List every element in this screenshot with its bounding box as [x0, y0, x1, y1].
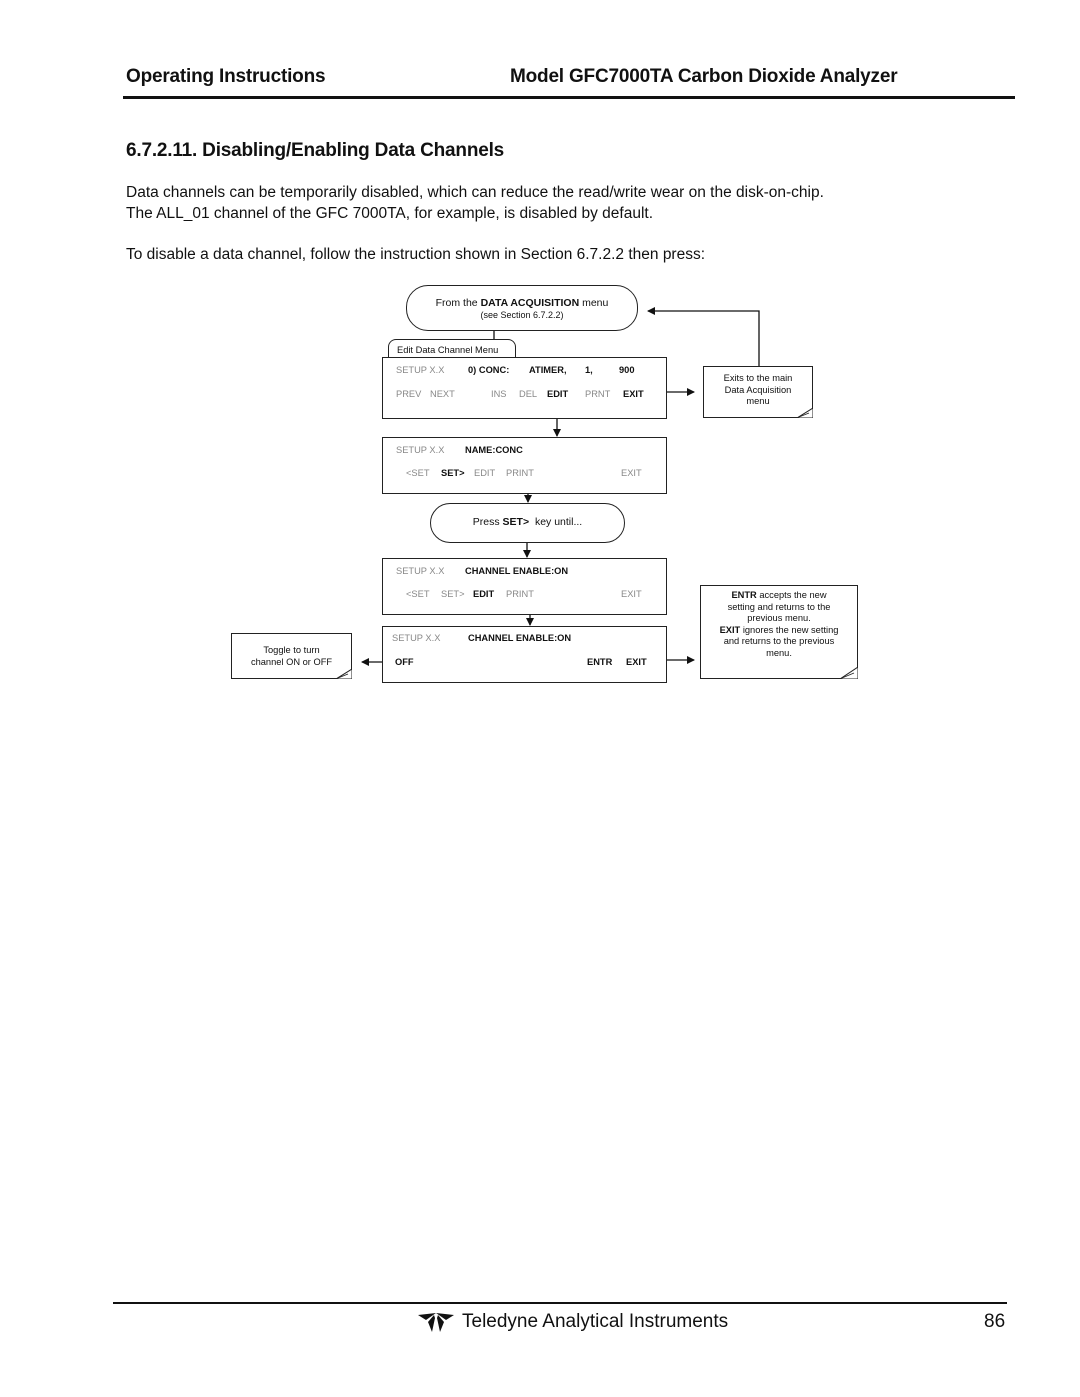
screen-edit-data-channel: SETUP X.X 0) CONC: ATIMER, 1, 900 PREV N…	[382, 357, 667, 419]
note-exit-line-1: Exits to the main	[723, 373, 793, 383]
note-exit-line-2: and returns to the previous	[723, 636, 835, 646]
note-toggle-line-2: channel ON or OFF	[250, 656, 333, 667]
key-print[interactable]: PRINT	[506, 468, 534, 478]
footer-company: Teledyne Analytical Instruments	[462, 1311, 729, 1332]
key-edit[interactable]: EDIT	[474, 468, 495, 478]
screen2-setup-label: SETUP X.X	[396, 445, 445, 455]
teledyne-logo-icon	[418, 1313, 454, 1332]
note-entr-key: ENTR	[731, 590, 757, 600]
screen-channel-enable-edit: SETUP X.X CHANNEL ENABLE:ON OFF ENTR EXI…	[382, 626, 667, 683]
key-ins[interactable]: INS	[491, 389, 507, 399]
note-entr-line-2: setting and returns to the	[727, 601, 831, 612]
note-toggle: Toggle to turn channel ON or OFF	[231, 633, 352, 679]
press-key-name: SET>	[502, 516, 530, 528]
start-node-sub: (see Section 6.7.2.2)	[480, 310, 564, 320]
note-entr-exit: ENTR accepts the new setting and returns…	[700, 585, 858, 679]
start-node-suffix: menu	[579, 297, 609, 309]
note-exit-text-1: ignores the new setting	[740, 624, 839, 635]
screen3-enable-field: CHANNEL ENABLE:ON	[465, 566, 569, 576]
start-node-prefix: From the	[435, 297, 481, 309]
press-suffix: key until...	[529, 516, 583, 528]
note-entr-line-1: ENTR accepts the new	[701, 590, 857, 602]
screen-name: SETUP X.X NAME:CONC <SET SET> EDIT PRINT…	[382, 437, 667, 494]
screen4-setup-label: SETUP X.X	[392, 633, 441, 643]
page-curl-icon	[840, 667, 858, 679]
key-del[interactable]: DEL	[519, 389, 537, 399]
key-exit[interactable]: EXIT	[621, 589, 642, 599]
note-entr-line-3: previous menu.	[747, 613, 811, 623]
press-set-node: Press SET> key until...	[430, 503, 625, 543]
key-set-forward[interactable]: SET>	[441, 468, 465, 478]
start-node: From the DATA ACQUISITION menu (see Sect…	[406, 285, 638, 331]
key-edit[interactable]: EDIT	[547, 389, 568, 399]
note-exit-line-1: EXIT ignores the new setting	[701, 625, 857, 637]
page-number: 86	[984, 1311, 1006, 1332]
key-off[interactable]: OFF	[395, 657, 414, 667]
screen1-value: 900	[619, 365, 635, 375]
note-exit-line-2: Data Acquisition	[724, 384, 792, 395]
screen1-setup-label: SETUP X.X	[396, 365, 445, 375]
note-exit-line-3: menu.	[766, 647, 792, 658]
note-exit-key: EXIT	[719, 624, 741, 635]
footer-rule	[113, 1302, 1007, 1304]
key-next[interactable]: NEXT	[430, 389, 455, 399]
key-exit[interactable]: EXIT	[621, 468, 642, 478]
press-prefix: Press	[472, 516, 503, 528]
note-entr-text-1: accepts the new	[756, 590, 827, 600]
note-toggle-line-1: Toggle to turn	[263, 645, 320, 655]
key-set-back[interactable]: <SET	[406, 468, 430, 478]
key-print[interactable]: PRINT	[506, 589, 534, 599]
screen1-channel: 0) CONC:	[468, 365, 510, 375]
start-node-menu-name: DATA ACQUISITION	[480, 297, 580, 309]
key-set-forward[interactable]: SET>	[441, 589, 465, 599]
screen3-setup-label: SETUP X.X	[396, 566, 445, 576]
screen1-param: 1,	[585, 365, 593, 375]
key-set-back[interactable]: <SET	[406, 589, 430, 599]
key-entr[interactable]: ENTR	[587, 657, 612, 667]
key-exit[interactable]: EXIT	[626, 657, 647, 667]
screen4-enable-field: CHANNEL ENABLE:ON	[468, 633, 572, 643]
page-curl-icon	[797, 408, 813, 418]
key-prnt[interactable]: PRNT	[585, 389, 610, 399]
screen1-event: ATIMER,	[529, 365, 567, 375]
page-curl-icon	[336, 669, 352, 679]
screen-channel-enable: SETUP X.X CHANNEL ENABLE:ON <SET SET> ED…	[382, 558, 667, 615]
key-prev[interactable]: PREV	[396, 389, 421, 399]
key-exit[interactable]: EXIT	[623, 389, 644, 399]
key-edit[interactable]: EDIT	[473, 589, 494, 599]
screen2-name-field: NAME:CONC	[465, 445, 523, 455]
edit-data-channel-menu-tab: Edit Data Channel Menu	[388, 339, 516, 358]
note-exit-line-3: menu	[746, 396, 770, 406]
note-exits-to-main: Exits to the main Data Acquisition menu	[703, 366, 813, 418]
